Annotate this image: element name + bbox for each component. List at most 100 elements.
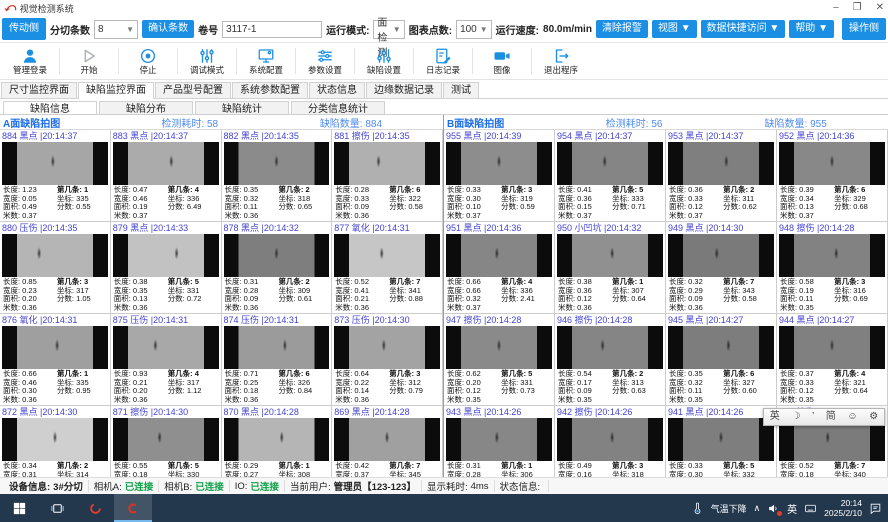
action-monitor-button[interactable]: 系统配置 (238, 46, 294, 76)
defect-cell[interactable]: 942 擦伤 |20:14:26长度: 0.49宽度: 0.16面积: 0.08… (555, 406, 666, 478)
defect-image[interactable] (779, 326, 885, 369)
defect-image[interactable] (334, 418, 440, 461)
defect-image[interactable] (224, 234, 330, 277)
pinned-app-red[interactable] (76, 494, 114, 522)
defect-image[interactable] (224, 326, 330, 369)
action-defect-button[interactable]: 缺陷设置 (356, 46, 412, 76)
defect-cell[interactable]: 953 黑点 |20:14:37长度: 0.36宽度: 0.33面积: 0.12… (666, 130, 777, 222)
defect-image[interactable] (113, 234, 219, 277)
defect-image[interactable] (2, 418, 108, 461)
main-tab-2[interactable]: 产品型号配置 (155, 82, 231, 98)
defect-cell[interactable]: 875 压伤 |20:14:31长度: 0.93宽度: 0.21面积: 0.20… (111, 314, 222, 406)
defect-cell[interactable]: 874 压伤 |20:14:31长度: 0.71宽度: 0.25面积: 0.18… (222, 314, 333, 406)
defect-image[interactable] (668, 326, 774, 369)
action-debug-button[interactable]: 调试模式 (179, 46, 235, 76)
defect-image[interactable] (334, 142, 440, 185)
defect-cell[interactable]: 877 氧化 |20:14:31长度: 0.52宽度: 0.41面积: 0.21… (332, 222, 443, 314)
defect-cell[interactable]: 955 黑点 |20:14:39长度: 0.33宽度: 0.30面积: 0.10… (444, 130, 555, 222)
defect-image[interactable] (779, 142, 885, 185)
defect-cell[interactable]: 948 擦伤 |20:14:28长度: 0.58宽度: 0.19面积: 0.11… (777, 222, 888, 314)
defect-image[interactable] (668, 418, 774, 461)
ime-toolbar[interactable]: 英☽’简☺⚙ (763, 408, 885, 426)
roll-number-input[interactable] (222, 21, 322, 38)
defect-image[interactable] (446, 418, 552, 461)
defect-cell[interactable]: 949 黑点 |20:14:30长度: 0.32宽度: 0.29面积: 0.09… (666, 222, 777, 314)
maximize-button[interactable]: ❐ (853, 2, 862, 14)
ime-simplified[interactable]: 简 (826, 410, 836, 424)
defect-cell[interactable]: 883 黑点 |20:14:37长度: 0.47宽度: 0.46面积: 0.19… (111, 130, 222, 222)
volume-icon[interactable] (767, 502, 780, 515)
defect-cell[interactable]: 871 擦伤 |20:14:30长度: 0.55宽度: 0.18面积: 0.10… (111, 406, 222, 478)
confirm-count-button[interactable]: 确认条数 (142, 20, 194, 38)
main-tab-5[interactable]: 边缘数据记录 (366, 82, 442, 98)
close-button[interactable]: ✕ (876, 2, 884, 14)
defect-image[interactable] (446, 234, 552, 277)
defect-image[interactable] (113, 142, 219, 185)
keyboard-icon[interactable] (804, 502, 817, 515)
defect-cell[interactable]: 945 黑点 |20:14:27长度: 0.35宽度: 0.32面积: 0.11… (666, 314, 777, 406)
defect-image[interactable] (2, 234, 108, 277)
hidden-icons-caret[interactable]: ∧ (754, 503, 761, 514)
defect-cell[interactable]: 881 擦伤 |20:14:35长度: 0.28宽度: 0.33面积: 0.09… (332, 130, 443, 222)
defect-image[interactable] (779, 234, 885, 277)
language-indicator[interactable]: 英 (787, 501, 797, 516)
action-exit-button[interactable]: 退出程序 (533, 46, 589, 76)
defect-cell[interactable]: 944 黑点 |20:14:27长度: 0.37宽度: 0.33面积: 0.12… (777, 314, 888, 406)
defect-cell[interactable]: 950 小凹坑 |20:14:32长度: 0.38宽度: 0.36面积: 0.1… (555, 222, 666, 314)
inspection-app-active[interactable] (114, 494, 152, 522)
defect-cell[interactable]: 884 黑点 |20:14:37长度: 1.23宽度: 0.05面积: 0.49… (0, 130, 111, 222)
main-tab-6[interactable]: 测试 (443, 82, 479, 98)
defect-cell[interactable]: 941 黑点 |20:14:26长度: 0.33宽度: 0.30面积: 0.10… (666, 406, 777, 478)
help-menu-button[interactable]: 帮助 ▼ (789, 20, 834, 38)
action-center-icon[interactable] (869, 502, 882, 515)
taskbar-clock[interactable]: 20:14 2025/2/10 (824, 498, 862, 518)
chart-points-select[interactable]: 100▼ (456, 20, 492, 39)
defect-image[interactable] (557, 142, 663, 185)
defect-cell[interactable]: 879 黑点 |20:14:33长度: 0.38宽度: 0.35面积: 0.13… (111, 222, 222, 314)
defect-image[interactable] (334, 234, 440, 277)
defect-cell[interactable]: 951 黑点 |20:14:36长度: 0.66宽度: 0.66面积: 0.32… (444, 222, 555, 314)
start-button[interactable] (0, 494, 38, 522)
action-user-button[interactable]: 管理登录 (2, 46, 58, 76)
data-quick-access-menu-button[interactable]: 数据快捷访问 ▼ (701, 20, 786, 38)
defect-image[interactable] (113, 418, 219, 461)
defect-image[interactable] (334, 326, 440, 369)
main-tab-3[interactable]: 系统参数配置 (232, 82, 308, 98)
main-tab-4[interactable]: 状态信息 (309, 82, 365, 98)
defect-image[interactable] (2, 142, 108, 185)
action-params-button[interactable]: 参数设置 (297, 46, 353, 76)
ime-settings-icon[interactable]: ⚙ (869, 410, 878, 424)
defect-image[interactable] (2, 326, 108, 369)
action-play-button[interactable]: 开始 (61, 46, 117, 76)
action-stop-button[interactable]: 停止 (120, 46, 176, 76)
slit-count-select[interactable]: 8▼ (94, 20, 138, 39)
minimize-button[interactable]: – (833, 2, 839, 14)
ime-smiley-icon[interactable]: ☺ (847, 410, 857, 424)
defect-cell[interactable]: 947 擦伤 |20:14:28长度: 0.62宽度: 0.20面积: 0.12… (444, 314, 555, 406)
action-camera-button[interactable]: 图像 (474, 46, 530, 76)
drive-side-button[interactable]: 传动侧 (2, 18, 46, 40)
defect-image[interactable] (113, 326, 219, 369)
defect-image[interactable] (446, 142, 552, 185)
main-tab-0[interactable]: 尺寸监控界面 (1, 82, 77, 98)
defect-cell[interactable]: 952 黑点 |20:14:36长度: 0.39宽度: 0.34面积: 0.13… (777, 130, 888, 222)
defect-cell[interactable]: 943 黑点 |20:14:26长度: 0.31宽度: 0.28面积: 0.09… (444, 406, 555, 478)
defect-cell[interactable]: 878 黑点 |20:14:32长度: 0.31宽度: 0.28面积: 0.09… (222, 222, 333, 314)
run-mode-select[interactable]: 双面检测▼ (373, 20, 404, 39)
clear-alarm-button[interactable]: 清除报警 (596, 20, 648, 38)
defect-image[interactable] (557, 326, 663, 369)
main-tab-1[interactable]: 缺陷监控界面 (78, 82, 154, 99)
defect-cell[interactable]: 946 擦伤 |20:14:28长度: 0.54宽度: 0.17面积: 0.09… (555, 314, 666, 406)
defect-cell[interactable]: 869 黑点 |20:14:28长度: 0.42宽度: 0.37面积: 0.16… (332, 406, 443, 478)
defect-image[interactable] (446, 326, 552, 369)
defect-cell[interactable]: 880 压伤 |20:14:35长度: 0.85宽度: 0.23面积: 0.20… (0, 222, 111, 314)
defect-image[interactable] (557, 418, 663, 461)
defect-image[interactable] (668, 142, 774, 185)
defect-cell[interactable]: 872 黑点 |20:14:30长度: 0.34宽度: 0.31面积: 0.11… (0, 406, 111, 478)
view-menu-button[interactable]: 视图 ▼ (652, 20, 697, 38)
defect-cell[interactable]: 954 黑点 |20:14:37长度: 0.41宽度: 0.36面积: 0.15… (555, 130, 666, 222)
ime-moon-icon[interactable]: ☽ (791, 410, 800, 424)
defect-image[interactable] (224, 142, 330, 185)
defect-cell[interactable]: 870 黑点 |20:14:28长度: 0.29宽度: 0.27面积: 0.08… (222, 406, 333, 478)
ime-apostrophe[interactable]: ’ (812, 410, 814, 424)
